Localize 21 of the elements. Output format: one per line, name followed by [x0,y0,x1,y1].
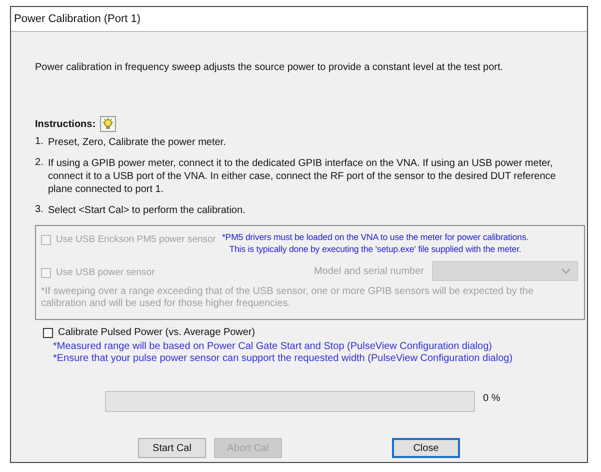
intro-text: Power calibration in frequency sweep adjusts the source power to provide a constant level at the test port. [35,62,504,73]
pulsed-note: *Ensure that your pulse power sensor can support the requested width (PulseView Configuration dialog) [53,353,513,365]
usb-footnote: *If sweeping over a range exceeding that of the USB sensor, one or more GPIB sensors will be expected by the calibration and will be used for those higher frequencies. [41,286,534,310]
lightbulb-icon [100,116,116,132]
step-text: Select <Start Cal> to perform the calibration. [48,204,246,217]
progress-reading: 0 % [483,393,500,404]
step-text: If using a GPIB power meter, connect it to the dedicated GPIB interface on the VNA. If using an USB power meter, connect it to a USB port of the VNA. In either case, connect the RF port of the sensor to the desired DUT reference plane connected to port 1. [48,157,557,196]
caret-icon [561,268,571,274]
step-text: Preset, Zero, Calibrate the power meter. [48,136,227,149]
model-label: Model and serial number [314,266,424,276]
instructions-label: Instructions: [35,118,96,130]
step-number: 2. [35,157,44,170]
driver-note: This is typically done by executing the 'setup.exe' file supplied with the meter. [229,243,522,255]
driver-note: *PM5 drivers must be loaded on the VNA to use the meter for power calibrations. [222,231,528,243]
step-number: 1. [35,136,44,149]
dialog-button[interactable]: Start Cal [138,438,206,458]
step-number: 3. [35,204,44,217]
dialog-button[interactable]: Close [392,438,460,458]
pulsed-note: *Measured range will be based on Power Cal Gate Start and Stop (PulseView Configuration dialog) [53,341,492,353]
pulsed-power-checkbox[interactable]: Calibrate Pulsed Power (vs. Average Power) [43,327,256,338]
window-title: Power Calibration (Port 1) [11,7,587,32]
